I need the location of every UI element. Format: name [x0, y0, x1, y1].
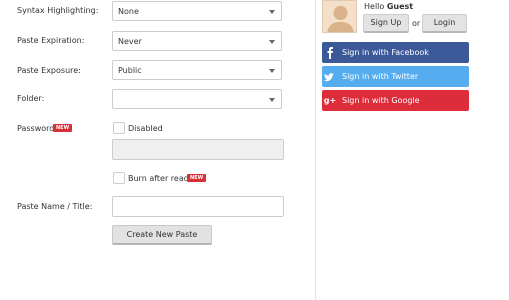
burn-after-read-checkbox[interactable]: [113, 172, 125, 184]
expiration-value: Never: [118, 37, 142, 46]
password-label: Password: [17, 124, 55, 133]
guest-avatar: [322, 0, 357, 33]
google-plus-icon: g+: [323, 96, 337, 105]
google-signin-button[interactable]: g+ Sign in with Google: [322, 90, 469, 111]
twitter-signin-label: Sign in with Twitter: [342, 72, 419, 81]
syntax-label: Syntax Highlighting:: [17, 6, 99, 15]
syntax-select[interactable]: None: [112, 1, 282, 21]
login-button[interactable]: Login: [422, 14, 467, 33]
expiration-select[interactable]: Never: [112, 31, 282, 51]
twitter-signin-button[interactable]: Sign in with Twitter: [322, 66, 469, 87]
or-text: or: [412, 19, 421, 28]
facebook-signin-label: Sign in with Facebook: [342, 48, 429, 57]
exposure-label: Paste Exposure:: [17, 66, 81, 75]
folder-label: Folder:: [17, 94, 45, 103]
chevron-down-icon: [269, 69, 275, 73]
syntax-value: None: [118, 7, 139, 16]
paste-form: Syntax Highlighting: None Paste Expirati…: [0, 0, 315, 300]
paste-name-label: Paste Name / Title:: [17, 202, 93, 211]
create-new-paste-button[interactable]: Create New Paste: [112, 225, 212, 245]
user-silhouette-icon: [327, 6, 354, 32]
password-input[interactable]: [112, 139, 284, 160]
exposure-value: Public: [118, 66, 142, 75]
chevron-down-icon: [269, 40, 275, 44]
hello-text: Hello: [364, 2, 385, 11]
facebook-signin-button[interactable]: Sign in with Facebook: [322, 42, 469, 63]
facebook-icon: [322, 42, 338, 63]
new-badge: NEW: [187, 174, 207, 182]
google-signin-label: Sign in with Google: [342, 96, 420, 105]
greeting: Hello Guest: [364, 2, 413, 11]
paste-name-input[interactable]: [112, 196, 284, 217]
sign-up-button[interactable]: Sign Up: [363, 14, 409, 33]
folder-select[interactable]: [112, 89, 282, 109]
chevron-down-icon: [269, 98, 275, 102]
exposure-select[interactable]: Public: [112, 60, 282, 80]
twitter-icon: [322, 66, 338, 87]
password-checkbox[interactable]: [113, 122, 125, 134]
guest-name: Guest: [386, 2, 414, 11]
expiration-label: Paste Expiration:: [17, 36, 85, 45]
column-divider: [315, 0, 316, 300]
new-badge: NEW: [53, 124, 73, 132]
chevron-down-icon: [269, 10, 275, 14]
disabled-label: Disabled: [128, 124, 163, 133]
burn-after-read-label: Burn after read: [128, 174, 189, 183]
